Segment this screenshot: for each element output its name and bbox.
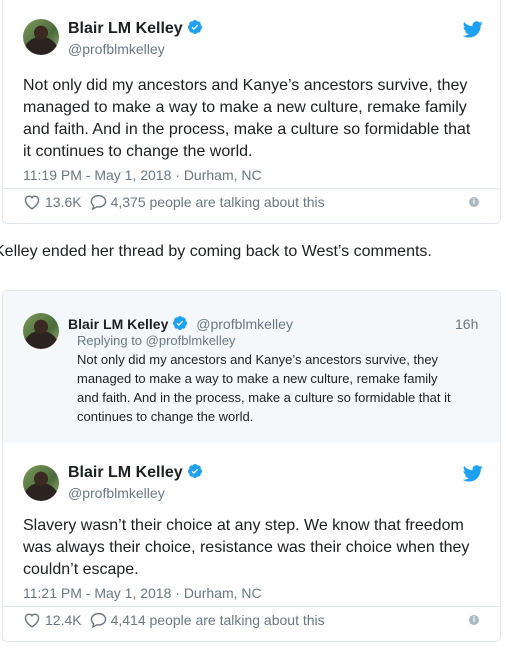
author-name[interactable]: Blair LM Kelley: [68, 463, 203, 482]
talking-link[interactable]: 4,375 people are talking about this: [90, 194, 325, 210]
reply-text: Not only did my ancestors and Kanye’s an…: [77, 352, 451, 424]
like-count[interactable]: 13.6K: [45, 194, 82, 210]
tweet-card-1: Blair LM Kelley @profblmkelley Not only …: [2, 0, 501, 224]
avatar[interactable]: [23, 465, 59, 501]
tweet-timestamp[interactable]: 11:19 PM - May 1, 2018 · Durham, NC: [23, 167, 262, 183]
like-button[interactable]: 13.6K: [23, 194, 82, 210]
talking-count[interactable]: 4,414 people are talking about this: [111, 612, 325, 628]
twitter-bird-icon[interactable]: [463, 465, 483, 482]
comment-bubble-icon: [90, 612, 106, 628]
tweet-timestamp[interactable]: 11:21 PM - May 1, 2018 · Durham, NC: [23, 585, 262, 601]
divider: [3, 188, 500, 189]
talking-count[interactable]: 4,375 people are talking about this: [111, 194, 325, 210]
like-count[interactable]: 12.4K: [45, 612, 82, 628]
reply-age[interactable]: 16h: [455, 316, 478, 332]
reply-author-name[interactable]: Blair LM Kelley @profblmkelley: [68, 315, 293, 332]
article-caption: Kelley ended her thread by coming back t…: [0, 243, 432, 260]
twitter-bird-icon[interactable]: [463, 21, 483, 38]
tweet-actions: 13.6K 4,375 people are talking about thi…: [23, 194, 325, 210]
verified-badge-icon: [173, 316, 188, 330]
talking-link[interactable]: 4,414 people are talking about this: [90, 612, 325, 628]
author-handle[interactable]: @profblmkelley: [68, 41, 165, 57]
info-icon[interactable]: i: [469, 615, 479, 625]
verified-badge-icon: [187, 464, 202, 478]
tweet-card-2: Blair LM Kelley @profblmkelley 16h Reply…: [2, 290, 501, 642]
author-name[interactable]: Blair LM Kelley: [68, 19, 203, 38]
verified-badge-icon: [187, 20, 202, 34]
author-name-text[interactable]: Blair LM Kelley: [68, 464, 183, 481]
reply-author-handle[interactable]: @profblmkelley: [196, 316, 293, 332]
divider: [3, 606, 500, 607]
reply-author-name-text[interactable]: Blair LM Kelley: [68, 316, 168, 332]
heart-icon: [24, 613, 40, 628]
author-name-text[interactable]: Blair LM Kelley: [68, 20, 183, 37]
replying-to[interactable]: Replying to @profblmkelley: [77, 333, 235, 348]
tweet-text: Slavery wasn’t their choice at any step.…: [23, 517, 470, 578]
tweet-text: Not only did my ancestors and Kanye’s an…: [23, 77, 471, 160]
author-handle[interactable]: @profblmkelley: [68, 485, 165, 501]
comment-bubble-icon: [90, 194, 106, 210]
reply-avatar[interactable]: [23, 313, 59, 349]
avatar[interactable]: [23, 19, 59, 55]
heart-icon: [24, 195, 40, 210]
info-icon[interactable]: i: [469, 197, 479, 207]
like-button[interactable]: 12.4K: [23, 612, 82, 628]
tweet-actions: 12.4K 4,414 people are talking about thi…: [23, 612, 325, 628]
